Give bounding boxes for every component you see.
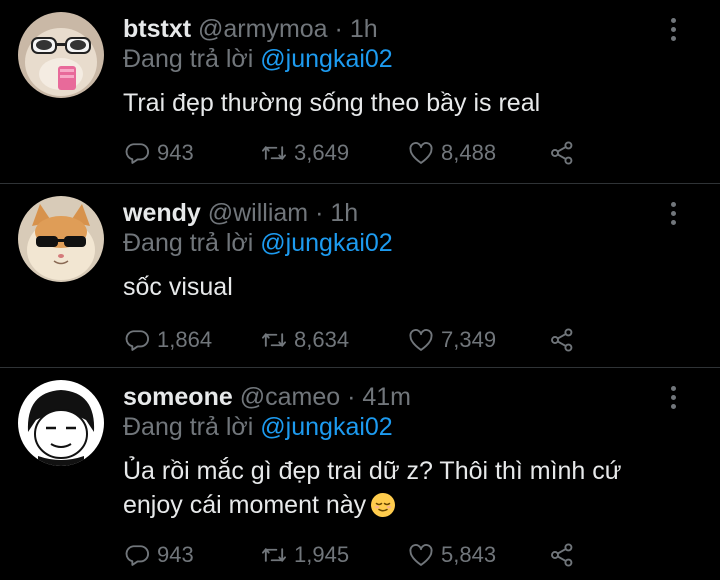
reply-icon xyxy=(125,545,149,566)
tweet[interactable]: btstxt @armymoa · 1h Đang trả lời @jungk… xyxy=(0,0,720,183)
reply-count: 943 xyxy=(157,542,194,567)
avatar[interactable] xyxy=(18,196,104,282)
like-icon xyxy=(409,329,433,351)
tweet-text-line: Trai đẹp thường sống theo bầy is real xyxy=(123,89,541,117)
share-button[interactable] xyxy=(548,324,582,356)
reply-count: 1,864 xyxy=(157,327,213,352)
tweet-actions: 943 1,945 5,843 xyxy=(123,539,593,571)
tweet-text: Ủa rồi mắc gì đẹp trai dữ z? Thôi thì mì… xyxy=(123,454,683,522)
tweet-header: btstxt @armymoa · 1h xyxy=(123,14,378,44)
timestamp[interactable]: 1h xyxy=(330,199,358,227)
user-handle[interactable]: @william xyxy=(208,199,308,227)
tweet[interactable]: wendy @william · 1h Đang trả lời @jungka… xyxy=(0,184,720,367)
reply-button[interactable]: 1,864 xyxy=(123,324,212,356)
separator-dot: · xyxy=(347,383,356,411)
like-count: 5,843 xyxy=(441,542,497,567)
reply-prefix: Đang trả lời xyxy=(123,229,254,257)
reply-mention[interactable]: @jungkai02 xyxy=(260,45,392,73)
tweet-text-line: sốc visual xyxy=(123,273,233,301)
tweet-text: sốc visual xyxy=(123,270,683,304)
tweet-text-line: Ủa rồi mắc gì đẹp trai dữ z? Thôi thì mì… xyxy=(123,457,622,485)
reply-context: Đang trả lời @jungkai02 xyxy=(123,412,393,442)
display-name[interactable]: btstxt xyxy=(123,15,191,43)
like-button[interactable]: 8,488 xyxy=(407,137,496,169)
tweet-text-line: enjoy cái moment này xyxy=(123,491,367,519)
share-button[interactable] xyxy=(548,539,582,571)
like-icon xyxy=(409,142,433,164)
timestamp[interactable]: 41m xyxy=(362,383,411,411)
reply-context: Đang trả lời @jungkai02 xyxy=(123,44,393,74)
retweet-button[interactable]: 3,649 xyxy=(260,137,349,169)
reply-prefix: Đang trả lời xyxy=(123,45,254,73)
like-count: 8,488 xyxy=(441,140,497,165)
retweet-icon xyxy=(261,548,287,562)
like-button[interactable]: 7,349 xyxy=(407,324,496,356)
avatar[interactable] xyxy=(18,380,104,466)
like-count: 7,349 xyxy=(441,327,497,352)
user-handle[interactable]: @armymoa xyxy=(198,15,328,43)
retweet-icon xyxy=(261,333,287,347)
reply-context: Đang trả lời @jungkai02 xyxy=(123,228,393,258)
tweet-header: someone @cameo · 41m xyxy=(123,382,411,412)
retweet-count: 1,945 xyxy=(294,542,350,567)
tweet[interactable]: someone @cameo · 41m Đang trả lời @jungk… xyxy=(0,368,720,580)
timestamp[interactable]: 1h xyxy=(350,15,378,43)
user-handle[interactable]: @cameo xyxy=(240,383,340,411)
share-icon xyxy=(551,543,573,567)
more-options-icon[interactable] xyxy=(664,384,684,412)
separator-dot: · xyxy=(315,199,324,227)
retweet-button[interactable]: 8,634 xyxy=(260,324,349,356)
tweet-actions: 1,864 8,634 7,349 xyxy=(123,324,593,356)
more-options-icon[interactable] xyxy=(664,200,684,228)
like-button[interactable]: 5,843 xyxy=(407,539,496,571)
reply-count: 943 xyxy=(157,140,194,165)
reply-prefix: Đang trả lời xyxy=(123,413,254,441)
relieved-face-emoji xyxy=(371,493,396,517)
retweet-button[interactable]: 1,945 xyxy=(260,539,349,571)
separator-dot: · xyxy=(334,15,343,43)
tweet-text: Trai đẹp thường sống theo bầy is real xyxy=(123,86,683,120)
retweet-count: 3,649 xyxy=(294,140,350,165)
display-name[interactable]: someone xyxy=(123,383,233,411)
like-icon xyxy=(409,544,433,566)
reply-button[interactable]: 943 xyxy=(123,539,194,571)
share-button[interactable] xyxy=(548,137,582,169)
share-icon xyxy=(551,141,573,165)
display-name[interactable]: wendy xyxy=(123,199,201,227)
more-options-icon[interactable] xyxy=(664,16,684,44)
reply-icon xyxy=(125,143,149,164)
reply-mention[interactable]: @jungkai02 xyxy=(260,229,392,257)
tweet-text-line-2: enjoy cái moment này xyxy=(123,488,683,522)
reply-button[interactable]: 943 xyxy=(123,137,194,169)
retweet-icon xyxy=(261,146,287,160)
tweet-header: wendy @william · 1h xyxy=(123,198,358,228)
reply-icon xyxy=(125,330,149,351)
avatar[interactable] xyxy=(18,12,104,98)
retweet-count: 8,634 xyxy=(294,327,350,352)
tweet-actions: 943 3,649 8,488 xyxy=(123,137,593,169)
reply-mention[interactable]: @jungkai02 xyxy=(260,413,392,441)
share-icon xyxy=(551,328,573,352)
